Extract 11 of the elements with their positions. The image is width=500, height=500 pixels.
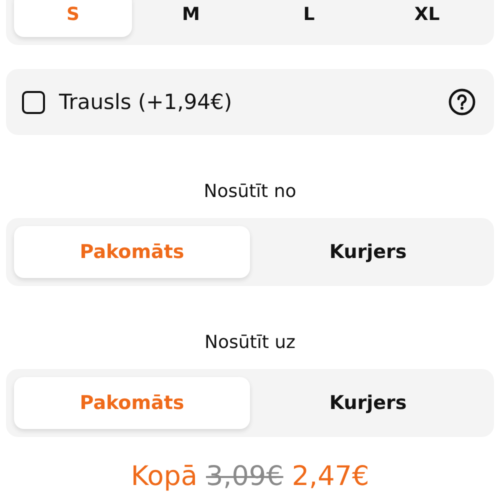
option-tab[interactable]: M — [132, 0, 250, 37]
section-title: Nosūtīt no — [202, 181, 298, 202]
checkbox-label: Trausls (+1,94€) — [59, 90, 234, 114]
help-icon[interactable] — [448, 88, 476, 116]
checkbox[interactable] — [22, 90, 45, 114]
total-price: Kopā 3,09€ 2,47€ — [130, 461, 370, 492]
option-tab[interactable]: L — [250, 0, 368, 37]
option-tab[interactable]: Kurjers — [250, 226, 486, 278]
option-tab[interactable]: Kurjers — [250, 377, 486, 429]
section-title: Nosūtīt uz — [204, 332, 296, 353]
option-tab[interactable]: XL — [368, 0, 486, 37]
